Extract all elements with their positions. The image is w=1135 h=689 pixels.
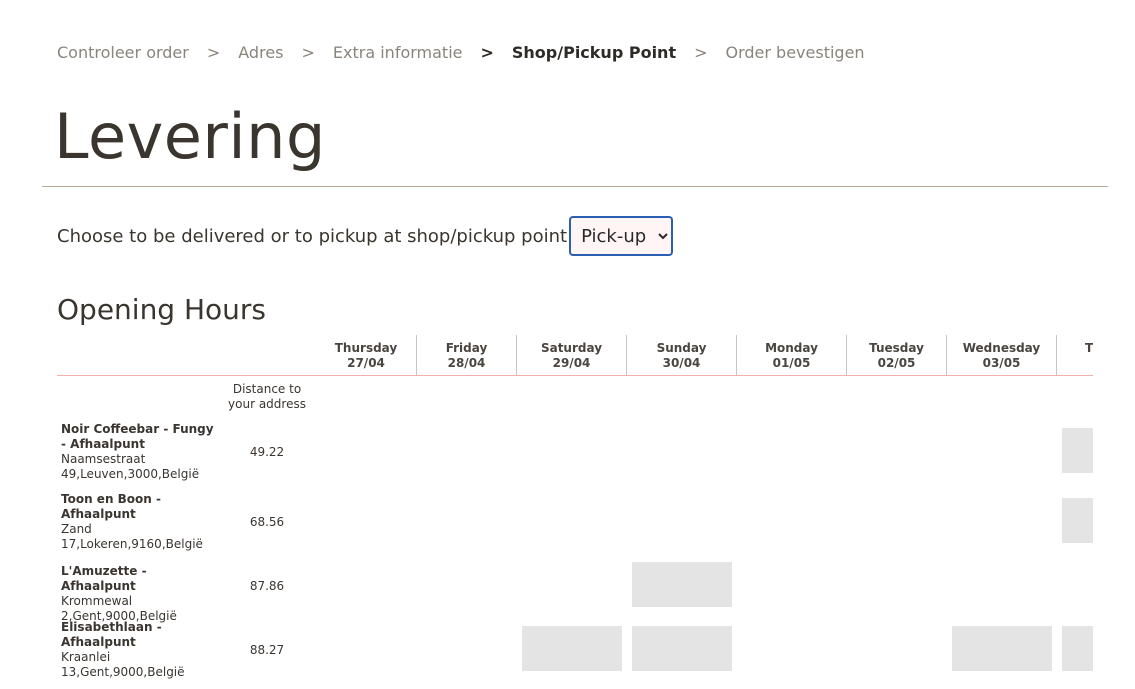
- shop-info: Toon en Boon - Afhaalpunt Zand 17,Lokere…: [61, 492, 221, 552]
- breadcrumb-step-adres[interactable]: Adres: [238, 43, 283, 62]
- distance-column-header: Distance to your address: [228, 382, 306, 411]
- breadcrumb-separator: >: [694, 43, 708, 62]
- opening-slot[interactable]: [632, 562, 732, 607]
- breadcrumb-separator: >: [206, 43, 221, 62]
- breadcrumb-step-extra-informatie[interactable]: Extra informatie: [333, 43, 463, 62]
- day-date: 02/05: [877, 356, 916, 370]
- header-divider: [57, 375, 1093, 376]
- shop-address: Kraanlei 13,Gent,9000,België: [61, 650, 185, 679]
- opening-slot[interactable]: [632, 626, 732, 671]
- day-header-friday: Friday 28/04: [417, 335, 516, 375]
- breadcrumb-separator: >: [301, 43, 315, 62]
- opening-slot[interactable]: [522, 626, 622, 671]
- shop-name: Toon en Boon - Afhaalpunt: [61, 492, 161, 521]
- day-header-sunday: Sunday 30/04: [627, 335, 736, 375]
- opening-hours-title: Opening Hours: [57, 293, 267, 326]
- breadcrumb-step-order-bevestigen: Order bevestigen: [725, 43, 865, 62]
- shop-name: Elisabethlaan - Afhaalpunt: [61, 620, 162, 649]
- shop-distance: 49.22: [249, 445, 285, 459]
- day-header-thursday-next: Th: [1057, 335, 1093, 375]
- breadcrumb: Controleer order > Adres > Extra informa…: [57, 43, 865, 62]
- day-name: Wednesday: [962, 341, 1041, 355]
- day-name: Friday: [445, 341, 488, 355]
- opening-slot[interactable]: [1062, 626, 1093, 671]
- day-date: 28/04: [447, 356, 486, 370]
- opening-slot[interactable]: [952, 626, 1052, 671]
- page-title: Levering: [54, 100, 326, 173]
- shop-name: Noir Coffeebar - Fungy - Afhaalpunt: [61, 422, 214, 451]
- title-divider: [42, 186, 1108, 187]
- shop-info: Noir Coffeebar - Fungy - Afhaalpunt Naam…: [61, 422, 221, 482]
- shop-distance: 88.27: [249, 643, 285, 657]
- shop-distance: 87.86: [249, 579, 285, 593]
- day-header-wednesday: Wednesday 03/05: [947, 335, 1056, 375]
- day-header-monday: Monday 01/05: [737, 335, 846, 375]
- opening-slot[interactable]: [1062, 498, 1093, 543]
- breadcrumb-step-shop-pickup-point: Shop/Pickup Point: [511, 43, 677, 62]
- delivery-choice-label: Choose to be delivered or to pickup at s…: [57, 225, 568, 247]
- delivery-method-select[interactable]: Pick-up: [569, 216, 674, 256]
- delivery-choice: Choose to be delivered or to pickup at s…: [57, 216, 674, 256]
- shop-distance: 68.56: [249, 515, 285, 529]
- shop-address: Zand 17,Lokeren,9160,België: [61, 522, 203, 551]
- day-name: Monday: [765, 341, 818, 355]
- shop-info: Elisabethlaan - Afhaalpunt Kraanlei 13,G…: [61, 620, 221, 680]
- day-header-saturday: Saturday 29/04: [517, 335, 626, 375]
- day-date: 03/05: [982, 356, 1021, 370]
- day-name: Sunday: [656, 341, 707, 355]
- breadcrumb-step-controleer-order[interactable]: Controleer order: [57, 43, 189, 62]
- opening-slot[interactable]: [1062, 428, 1093, 473]
- day-date: 01/05: [772, 356, 811, 370]
- day-header-thursday: Thursday 27/04: [316, 335, 416, 375]
- day-name: Tuesday: [869, 341, 924, 355]
- opening-hours-table: Thursday 27/04 Friday 28/04 Saturday 29/…: [57, 335, 1093, 689]
- shop-address: Naamsestraat 49,Leuven,3000,België: [61, 452, 200, 481]
- breadcrumb-separator: >: [480, 43, 494, 62]
- day-date: 30/04: [662, 356, 701, 370]
- day-name: Saturday: [540, 341, 603, 355]
- day-date: 29/04: [552, 356, 591, 370]
- day-name: Thursday: [334, 341, 398, 355]
- day-date: 27/04: [347, 356, 385, 370]
- day-header-tuesday: Tuesday 02/05: [847, 335, 946, 375]
- shop-name: L'Amuzette - Afhaalpunt: [61, 564, 147, 593]
- day-name: Th: [1085, 341, 1093, 355]
- shop-info: L'Amuzette - Afhaalpunt Krommewal 2,Gent…: [61, 564, 221, 624]
